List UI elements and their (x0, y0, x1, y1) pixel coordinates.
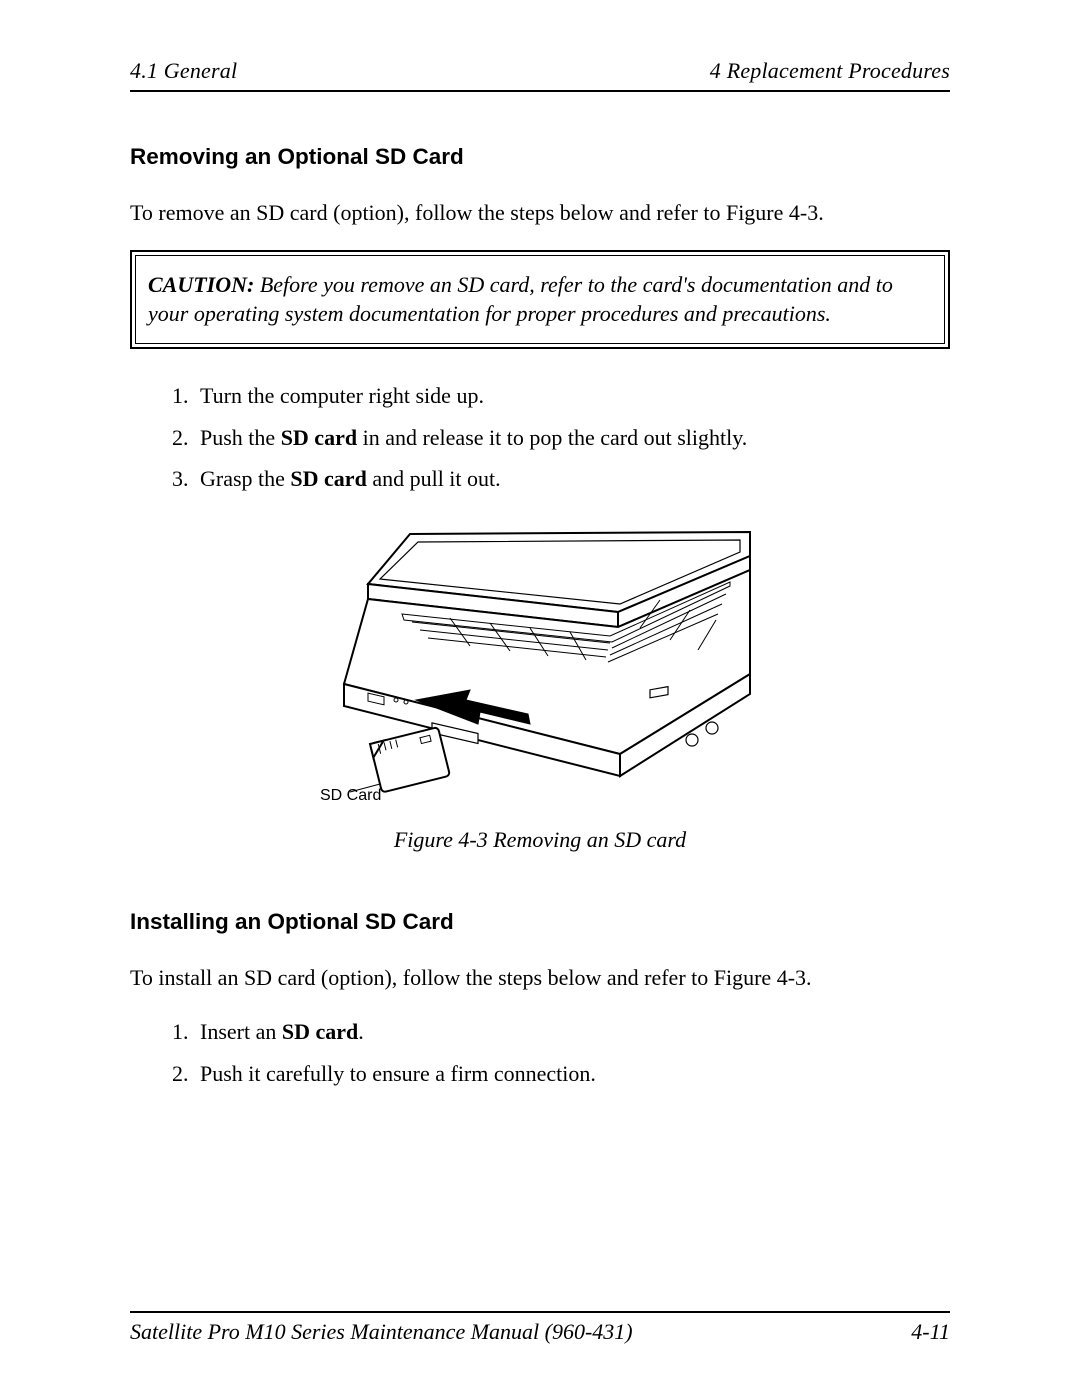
intro-removing: To remove an SD card (option), follow th… (130, 198, 950, 228)
caution-box: CAUTION: Before you remove an SD card, r… (130, 250, 950, 349)
running-footer: Satellite Pro M10 Series Maintenance Man… (130, 1311, 950, 1345)
header-left: 4.1 General (130, 58, 237, 84)
caution-body: Before you remove an SD card, refer to t… (148, 272, 893, 327)
header-right: 4 Replacement Procedures (710, 58, 950, 84)
figure-4-3: SD Card Figure 4-3 Removing an SD card (130, 524, 950, 853)
install-step-1: Insert an SD card. (194, 1017, 950, 1047)
install-step-2: Push it carefully to ensure a firm conne… (194, 1059, 950, 1089)
steps-installing: Insert an SD card. Push it carefully to … (130, 1017, 950, 1088)
steps-removing: Turn the computer right side up. Push th… (130, 381, 950, 494)
footer-right: 4-11 (911, 1319, 950, 1345)
step-1: Turn the computer right side up. (194, 381, 950, 411)
figure-sd-label: SD Card (320, 787, 381, 804)
running-header: 4.1 General 4 Replacement Procedures (130, 58, 950, 84)
caution-text: CAUTION: Before you remove an SD card, r… (148, 270, 932, 329)
caution-label: CAUTION: (148, 272, 254, 297)
header-rule (130, 90, 950, 92)
heading-installing-sd: Installing an Optional SD Card (130, 909, 950, 935)
footer-left: Satellite Pro M10 Series Maintenance Man… (130, 1319, 633, 1345)
footer-rule (130, 1311, 950, 1313)
step-3: Grasp the SD card and pull it out. (194, 464, 950, 494)
intro-installing: To install an SD card (option), follow t… (130, 963, 950, 993)
laptop-sd-illustration: SD Card (320, 524, 760, 804)
step-2: Push the SD card in and release it to po… (194, 423, 950, 453)
figure-caption: Figure 4-3 Removing an SD card (130, 827, 950, 853)
heading-removing-sd: Removing an Optional SD Card (130, 144, 950, 170)
